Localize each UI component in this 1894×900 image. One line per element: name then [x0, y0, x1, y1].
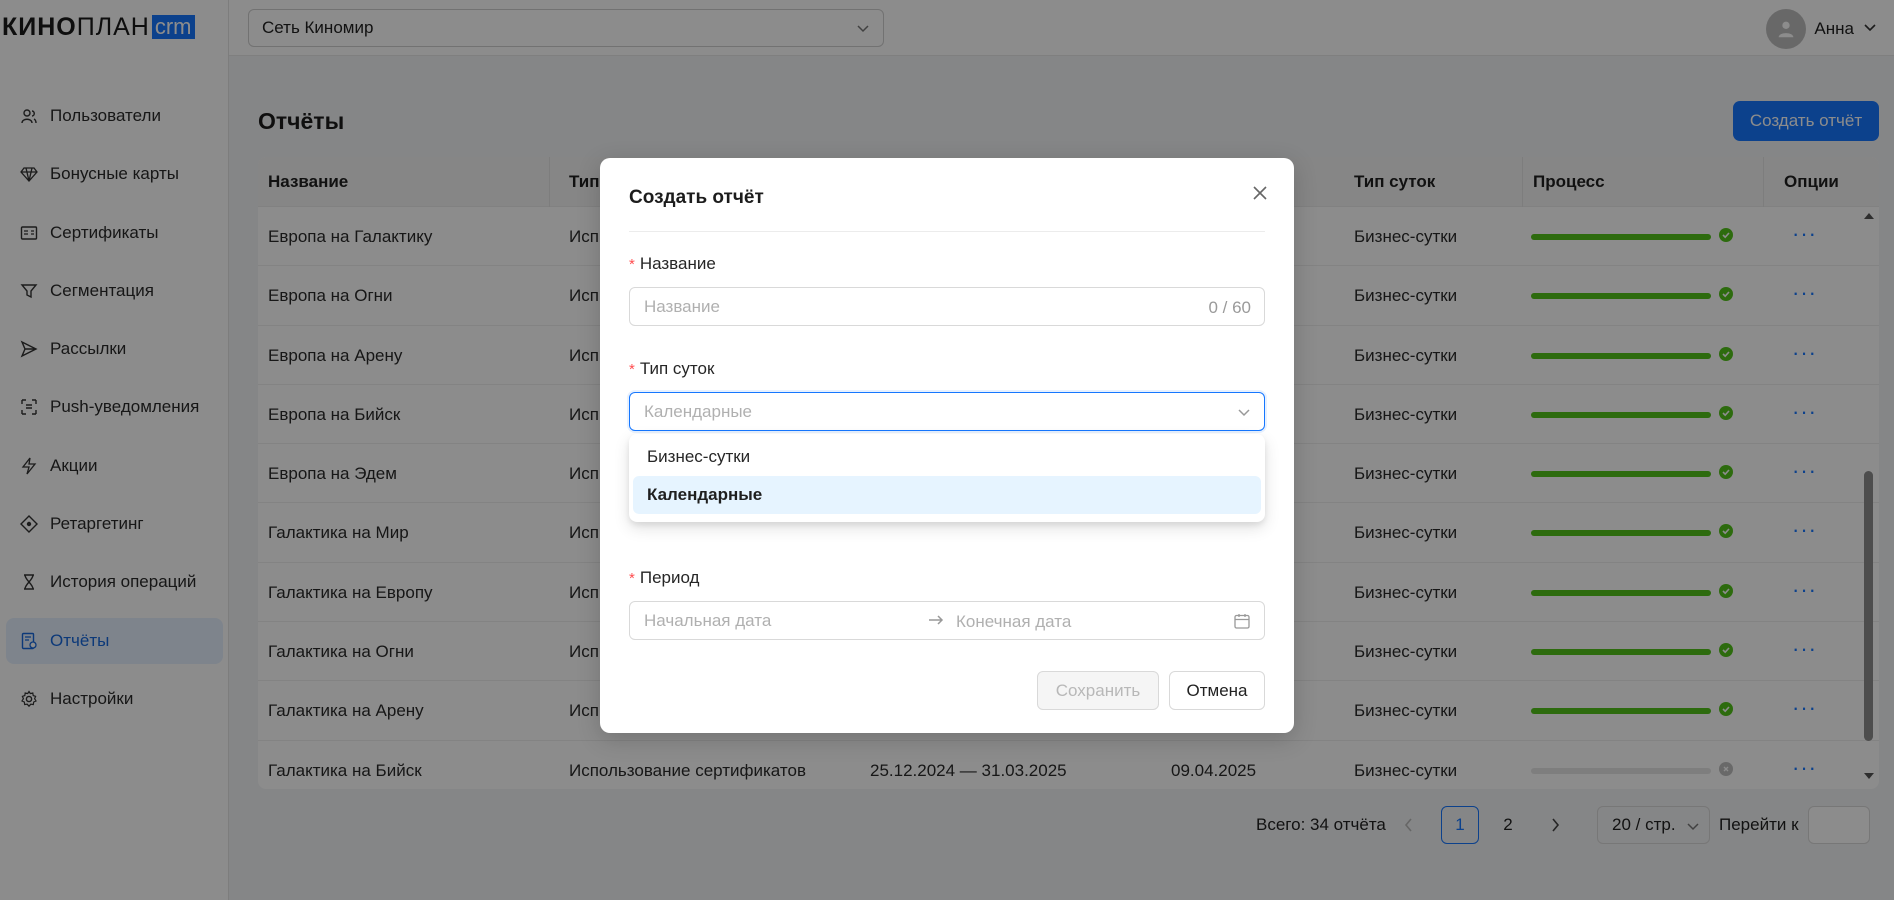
start-date-input[interactable]: Начальная дата	[644, 611, 771, 631]
name-input[interactable]: Название 0 / 60	[629, 287, 1265, 326]
close-icon[interactable]	[1250, 183, 1270, 203]
period-label-text: Период	[639, 568, 700, 587]
period-range-picker[interactable]: Начальная дата Конечная дата	[629, 601, 1265, 640]
day-type-dropdown: Бизнес-сутки Календарные	[629, 434, 1265, 522]
modal-title: Создать отчёт	[629, 187, 764, 208]
name-label: * Название	[629, 254, 716, 274]
day-type-select-value: Календарные	[644, 401, 753, 421]
modal-divider	[629, 231, 1265, 232]
end-date-input[interactable]: Конечная дата	[956, 612, 1071, 632]
arrow-right-icon	[927, 611, 945, 634]
required-asterisk: *	[629, 361, 635, 378]
day-type-label-text: Тип суток	[639, 359, 715, 378]
calendar-icon	[1233, 612, 1251, 635]
required-asterisk: *	[629, 570, 635, 587]
day-type-option-calendar[interactable]: Календарные	[633, 476, 1261, 514]
name-char-counter: 0 / 60	[1208, 298, 1251, 317]
name-label-text: Название	[639, 254, 716, 273]
required-asterisk: *	[629, 256, 635, 273]
day-type-select[interactable]: Календарные	[629, 392, 1265, 431]
save-button[interactable]: Сохранить	[1037, 671, 1159, 710]
period-label: * Период	[629, 568, 699, 588]
day-type-option-business[interactable]: Бизнес-сутки	[633, 438, 1261, 476]
chevron-down-icon	[1236, 404, 1252, 425]
cancel-button[interactable]: Отмена	[1169, 671, 1265, 710]
name-input-placeholder: Название	[644, 296, 720, 316]
day-type-label: * Тип суток	[629, 359, 714, 379]
